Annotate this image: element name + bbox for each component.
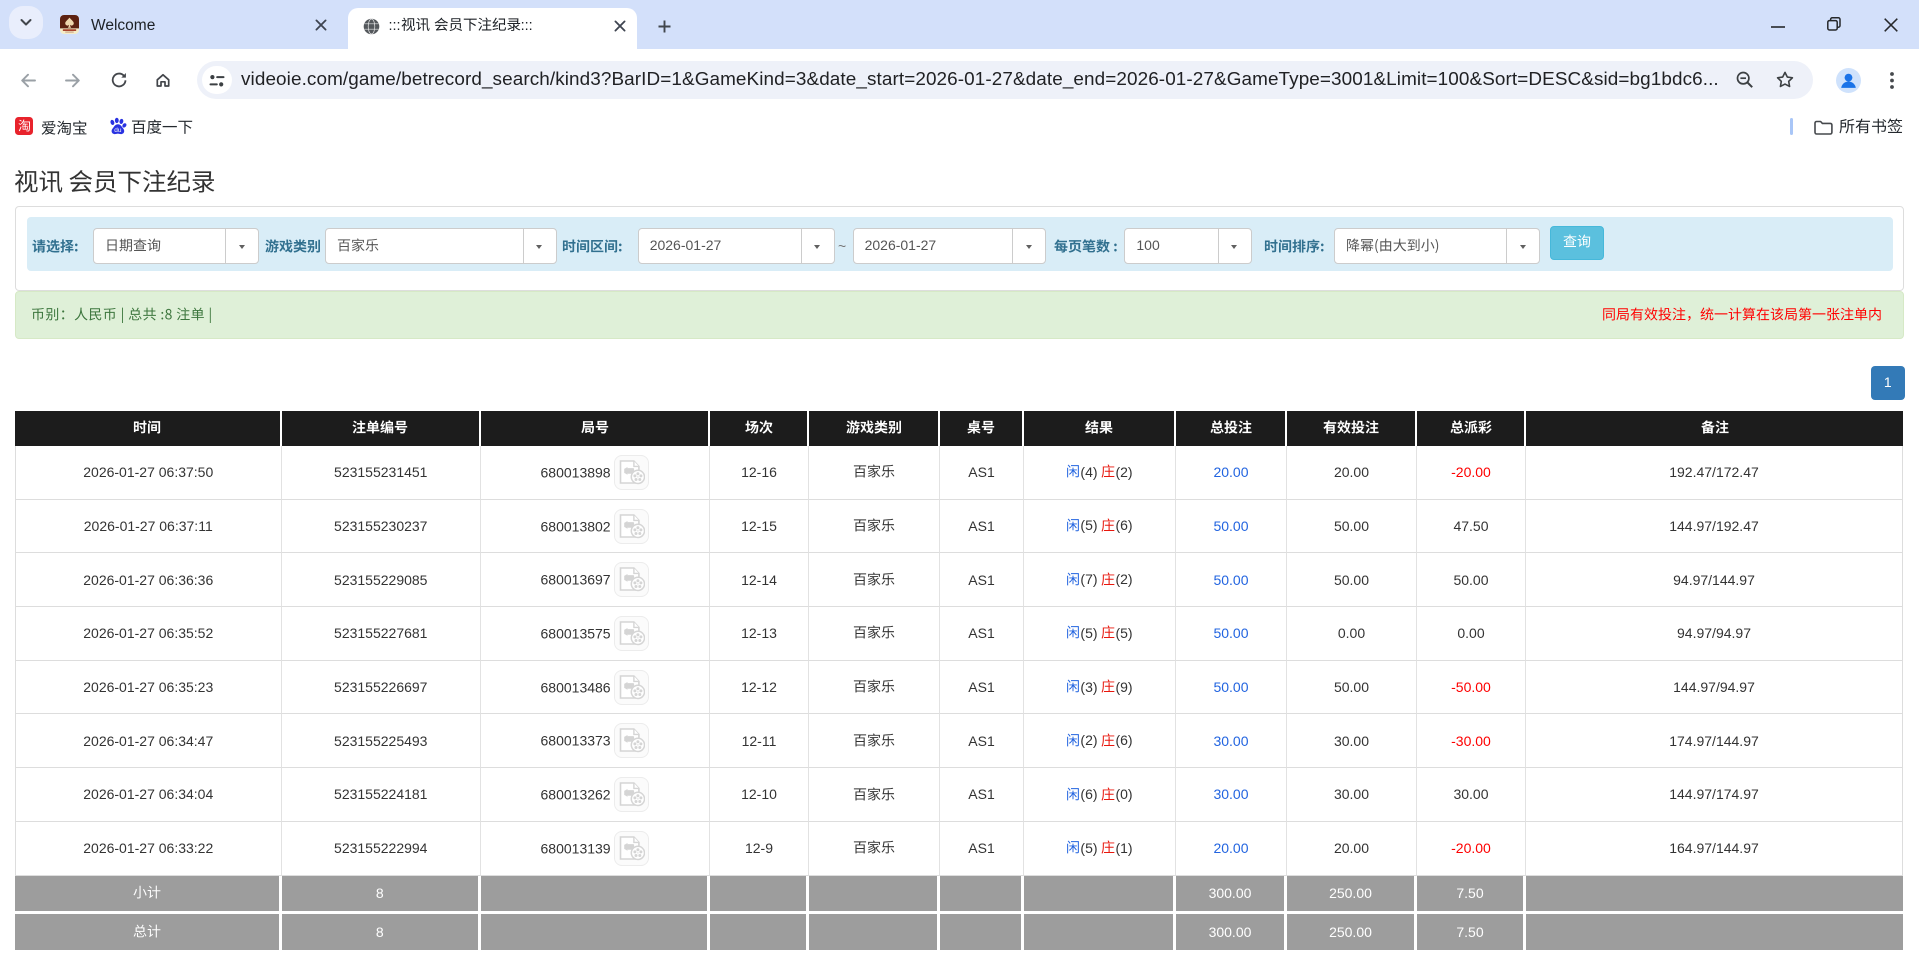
- svg-text:du: du: [114, 127, 122, 134]
